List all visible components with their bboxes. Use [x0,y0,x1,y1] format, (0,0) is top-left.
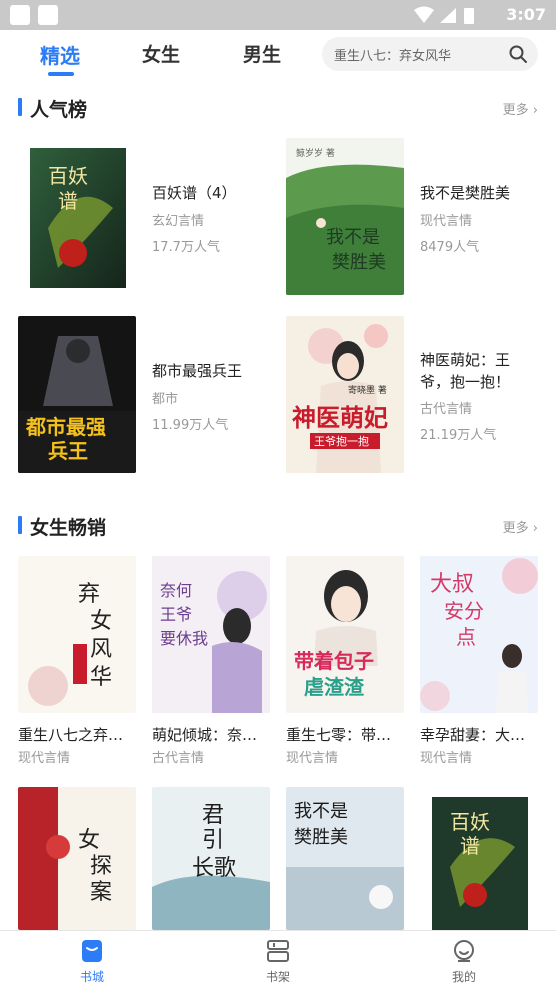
svg-text:王爷: 王爷 [160,605,192,624]
book-category: 古代言情 [152,751,205,766]
book-cover[interactable]: 君 引 长歌 [152,787,270,930]
svg-text:樊胜美: 樊胜美 [332,252,386,273]
book-popularity: 8479人气 [420,240,480,255]
notification-icon [38,5,58,25]
book-category: 现代言情 [420,214,473,229]
book-cover[interactable]: 我不是 樊胜美 [286,787,404,930]
search-icon[interactable] [508,44,528,64]
tab-featured[interactable]: 精选 [40,40,80,69]
book-category: 都市 [152,392,179,407]
svg-text:弃: 弃 [78,582,100,607]
book-cover[interactable]: 弃 女 风 华 [18,556,136,713]
section-title: 人气榜 [30,99,88,121]
svg-text:安分: 安分 [444,599,484,623]
svg-text:虐渣渣: 虐渣渣 [304,675,365,699]
book-cover[interactable]: 带着包子 虐渣渣 [286,556,404,713]
svg-text:我不是: 我不是 [294,801,348,822]
book-cover[interactable]: 百妖 谱 [18,138,136,295]
svg-text:风: 风 [90,637,112,662]
book-category: 现代言情 [18,751,71,766]
svg-text:案: 案 [90,880,112,905]
book-cover[interactable]: 百妖 谱 [420,787,538,930]
svg-text:谱: 谱 [460,834,480,858]
svg-text:谱: 谱 [58,189,78,213]
svg-text:君: 君 [202,803,224,828]
svg-text:探: 探 [90,854,112,879]
book-popularity: 17.7万人气 [152,240,220,255]
book-cover[interactable]: 大叔 安分 点 [420,556,538,713]
search-placeholder: 重生八七：弃女风华 [334,49,452,64]
tab-female[interactable]: 女生 [142,40,180,67]
section-marker [18,516,22,534]
more-link[interactable]: 更多 › [503,99,538,118]
tab-male[interactable]: 男生 [243,40,281,67]
svg-text:神医萌妃: 神医萌妃 [292,403,388,432]
svg-text:大叔: 大叔 [430,572,474,597]
book-title[interactable]: 百妖谱（4） [152,182,237,204]
book-category: 玄幻言情 [152,214,205,229]
svg-text:带着包子: 带着包子 [294,649,374,673]
book-category: 现代言情 [286,751,339,766]
book-title[interactable]: 幸孕甜妻：大… [420,724,538,745]
nav-label: 书城 [79,970,104,984]
female-section-header: 女生畅销 更多 › [18,513,540,539]
book-cover[interactable]: 寄晓墨 著 神医萌妃 王爷抱一抱 [286,316,404,473]
battery-icon [464,8,474,24]
book-popularity: 11.99万人气 [152,418,229,433]
svg-text:我不是: 我不是 [326,227,380,248]
popular-section-header: 人气榜 更多 › [18,95,540,121]
svg-text:王爷抱一抱: 王爷抱一抱 [314,434,369,448]
svg-text:点: 点 [456,625,476,649]
svg-text:长歌: 长歌 [192,856,236,881]
svg-text:百妖: 百妖 [48,164,88,188]
book-cover[interactable]: 奈何 王爷 要休我 [152,556,270,713]
book-cover[interactable]: 都市最强 兵王 [18,316,136,473]
svg-text:兵王: 兵王 [48,439,88,463]
svg-text:寄晓墨 著: 寄晓墨 著 [348,384,387,396]
svg-text:女: 女 [90,609,112,634]
profile-icon[interactable] [452,939,476,963]
book-title[interactable]: 萌妃倾城：奈… [152,724,270,745]
book-title[interactable]: 重生七零：带… [286,724,404,745]
svg-text:樊胜美: 樊胜美 [294,827,348,848]
svg-text:都市最强: 都市最强 [25,415,106,439]
svg-text:引: 引 [202,828,224,853]
book-title[interactable]: 都市最强兵王 [152,360,242,382]
book-cover[interactable]: 鲸岁岁 著 我不是 樊胜美 [286,138,404,295]
active-tab-indicator [48,72,74,76]
more-link[interactable]: 更多 › [503,517,538,536]
signal-icon [440,8,456,23]
search-box[interactable]: 重生八七：弃女风华 [322,37,538,71]
svg-text:要休我: 要休我 [160,629,208,648]
svg-text:百妖: 百妖 [450,810,490,834]
book-title[interactable]: 神医萌妃：王 爷，抱一抱！ [420,349,510,393]
svg-text:鲸岁岁 著: 鲸岁岁 著 [296,147,335,159]
status-bar: 3:07 [0,0,556,30]
nav-bookstore[interactable]: 书城 [32,931,152,989]
nav-profile[interactable]: 我的 [404,931,524,989]
system-icons [414,6,474,24]
nav-label: 我的 [451,970,476,984]
notification-icon [10,5,30,25]
book-title[interactable]: 重生八七之弃… [18,724,136,745]
bottom-nav: 书城 书架 我的 [0,930,556,989]
book-category: 现代言情 [420,751,473,766]
nav-bookshelf[interactable]: 书架 [218,931,338,989]
bookstore-icon[interactable] [80,939,104,963]
section-marker [18,98,22,116]
book-title[interactable]: 我不是樊胜美 [420,182,510,204]
svg-text:女: 女 [78,828,100,853]
clock: 3:07 [506,5,546,24]
section-title: 女生畅销 [30,517,107,539]
book-popularity: 21.19万人气 [420,428,497,443]
bookshelf-icon[interactable] [266,939,290,963]
svg-text:华: 华 [90,665,112,690]
book-category: 古代言情 [420,402,473,417]
wifi-icon [414,6,434,23]
svg-text:奈何: 奈何 [160,581,192,600]
nav-label: 书架 [265,970,290,984]
book-cover[interactable]: 女 探 案 [18,787,136,930]
